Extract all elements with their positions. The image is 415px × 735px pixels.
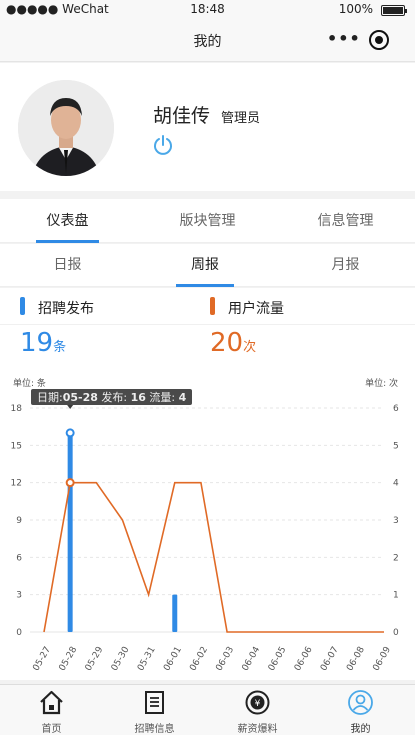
left-tick-label: 18 <box>11 404 23 414</box>
tooltip-part-0: 日期: <box>37 391 63 404</box>
tooltip-part-5: 4 <box>179 391 187 404</box>
traffic-legend-label: 用户流量 <box>228 301 284 317</box>
left-tick-label: 3 <box>16 591 22 601</box>
bar-05-28 <box>67 432 73 632</box>
x-tick-label: 05-28 <box>58 645 80 672</box>
right-axis-unit: 单位: 次 <box>365 377 398 389</box>
status-bar: ●●●●● WeChat 18:48 100% <box>0 0 415 20</box>
traffic-count-unit: 次 <box>243 340 257 355</box>
tooltip-text: 日期:05-28 发布: 16 流量: 4 <box>37 390 187 404</box>
tab-monthly[interactable]: 月报 <box>276 244 415 287</box>
stats-divider <box>0 324 415 325</box>
recruit-count: 19条 <box>20 328 66 358</box>
tabbar-recruit-label: 招聘信息 <box>134 724 175 735</box>
line-highlight-point <box>65 478 75 488</box>
recruit-count-unit: 条 <box>53 340 67 355</box>
traffic-legend-swatch <box>210 297 215 315</box>
user-name: 胡佳传 <box>153 105 211 127</box>
left-tick-label: 6 <box>16 553 22 563</box>
tabbar-mine-label: 我的 <box>350 724 371 735</box>
x-tick-label: 05-31 <box>136 645 158 672</box>
x-tick-label: 06-06 <box>293 645 315 672</box>
x-tick-label: 06-09 <box>371 645 393 672</box>
x-tick-label: 06-08 <box>345 645 367 672</box>
tabbar-home[interactable]: 首页 <box>0 685 103 735</box>
tooltip-part-3: 16 <box>131 391 147 404</box>
document-icon <box>145 691 164 714</box>
tab-dashboard[interactable]: 仪表盘 <box>0 199 135 243</box>
user-icon <box>348 690 373 715</box>
nav-bar: 我的 ••• <box>0 20 415 62</box>
traffic-count-value: 20 <box>210 328 244 358</box>
avatar <box>18 80 114 176</box>
main-tabs: 仪表盘 版块管理 信息管理 <box>0 199 415 243</box>
tabbar-home-label: 首页 <box>41 724 62 735</box>
weekly-chart[interactable]: 单位: 条单位: 次0369121518012345605-27 05-28 05-… <box>0 372 415 672</box>
x-tick-label: 06-03 <box>214 645 236 672</box>
left-tick-label: 15 <box>11 441 22 451</box>
tooltip-part-4: 流量: <box>146 390 179 404</box>
traffic-count: 20次 <box>210 328 256 358</box>
profile-card: 胡佳传 管理员 <box>0 63 415 191</box>
left-tick-label: 9 <box>16 516 22 526</box>
tab-bar: 首页 招聘信息 ¥ 薪资爆料 我的 <box>0 684 415 735</box>
battery-icon <box>381 5 407 16</box>
tabbar-salary-label: 薪资爆料 <box>237 724 278 735</box>
left-tick-label: 12 <box>11 479 22 489</box>
tabbar-salary[interactable]: ¥ 薪资爆料 <box>206 685 309 735</box>
battery-percent: 100% <box>338 2 373 16</box>
x-tick-label: 06-01 <box>162 645 184 672</box>
bar-highlight-point <box>65 428 75 438</box>
tab-weekly[interactable]: 周报 <box>140 244 270 287</box>
x-tick-label: 06-04 <box>241 645 263 672</box>
right-tick-label: 2 <box>393 553 399 563</box>
right-tick-label: 6 <box>393 404 399 414</box>
tab-daily[interactable]: 日报 <box>0 244 135 287</box>
right-tick-label: 1 <box>393 591 399 601</box>
bar-06-01 <box>172 594 178 632</box>
x-tick-label: 06-07 <box>319 645 341 672</box>
svg-text:¥: ¥ <box>255 699 261 709</box>
close-capsule-icon[interactable] <box>369 30 389 50</box>
home-icon <box>40 690 63 715</box>
right-tick-label: 3 <box>393 516 399 526</box>
more-icon[interactable]: ••• <box>327 29 360 49</box>
tab-info-manage[interactable]: 信息管理 <box>276 199 415 243</box>
x-tick-label: 05-29 <box>84 645 106 672</box>
x-tick-label: 06-02 <box>188 645 210 672</box>
period-tabs: 日报 周报 月报 <box>0 244 415 287</box>
recruit-legend-label: 招聘发布 <box>38 301 94 317</box>
x-tick-label: 05-27 <box>31 645 53 672</box>
money-icon: ¥ <box>245 690 270 715</box>
right-tick-label: 0 <box>393 628 399 638</box>
tooltip-part-1: 05-28 <box>63 391 98 404</box>
recruit-legend-swatch <box>20 297 25 315</box>
tabbar-mine[interactable]: 我的 <box>309 685 412 735</box>
power-icon[interactable] <box>152 134 174 156</box>
tab-section-manage[interactable]: 版块管理 <box>140 199 275 243</box>
tooltip-part-2: 发布: <box>98 390 131 404</box>
recruit-count-value: 19 <box>20 328 54 358</box>
left-tick-label: 0 <box>16 628 22 638</box>
x-tick-label: 06-05 <box>267 645 289 672</box>
right-tick-label: 4 <box>393 479 399 489</box>
left-axis-unit: 单位: 条 <box>13 377 46 389</box>
right-tick-label: 5 <box>393 441 399 451</box>
tabbar-recruit[interactable]: 招聘信息 <box>103 685 206 735</box>
user-role: 管理员 <box>221 111 261 126</box>
x-tick-label: 05-30 <box>110 645 132 672</box>
